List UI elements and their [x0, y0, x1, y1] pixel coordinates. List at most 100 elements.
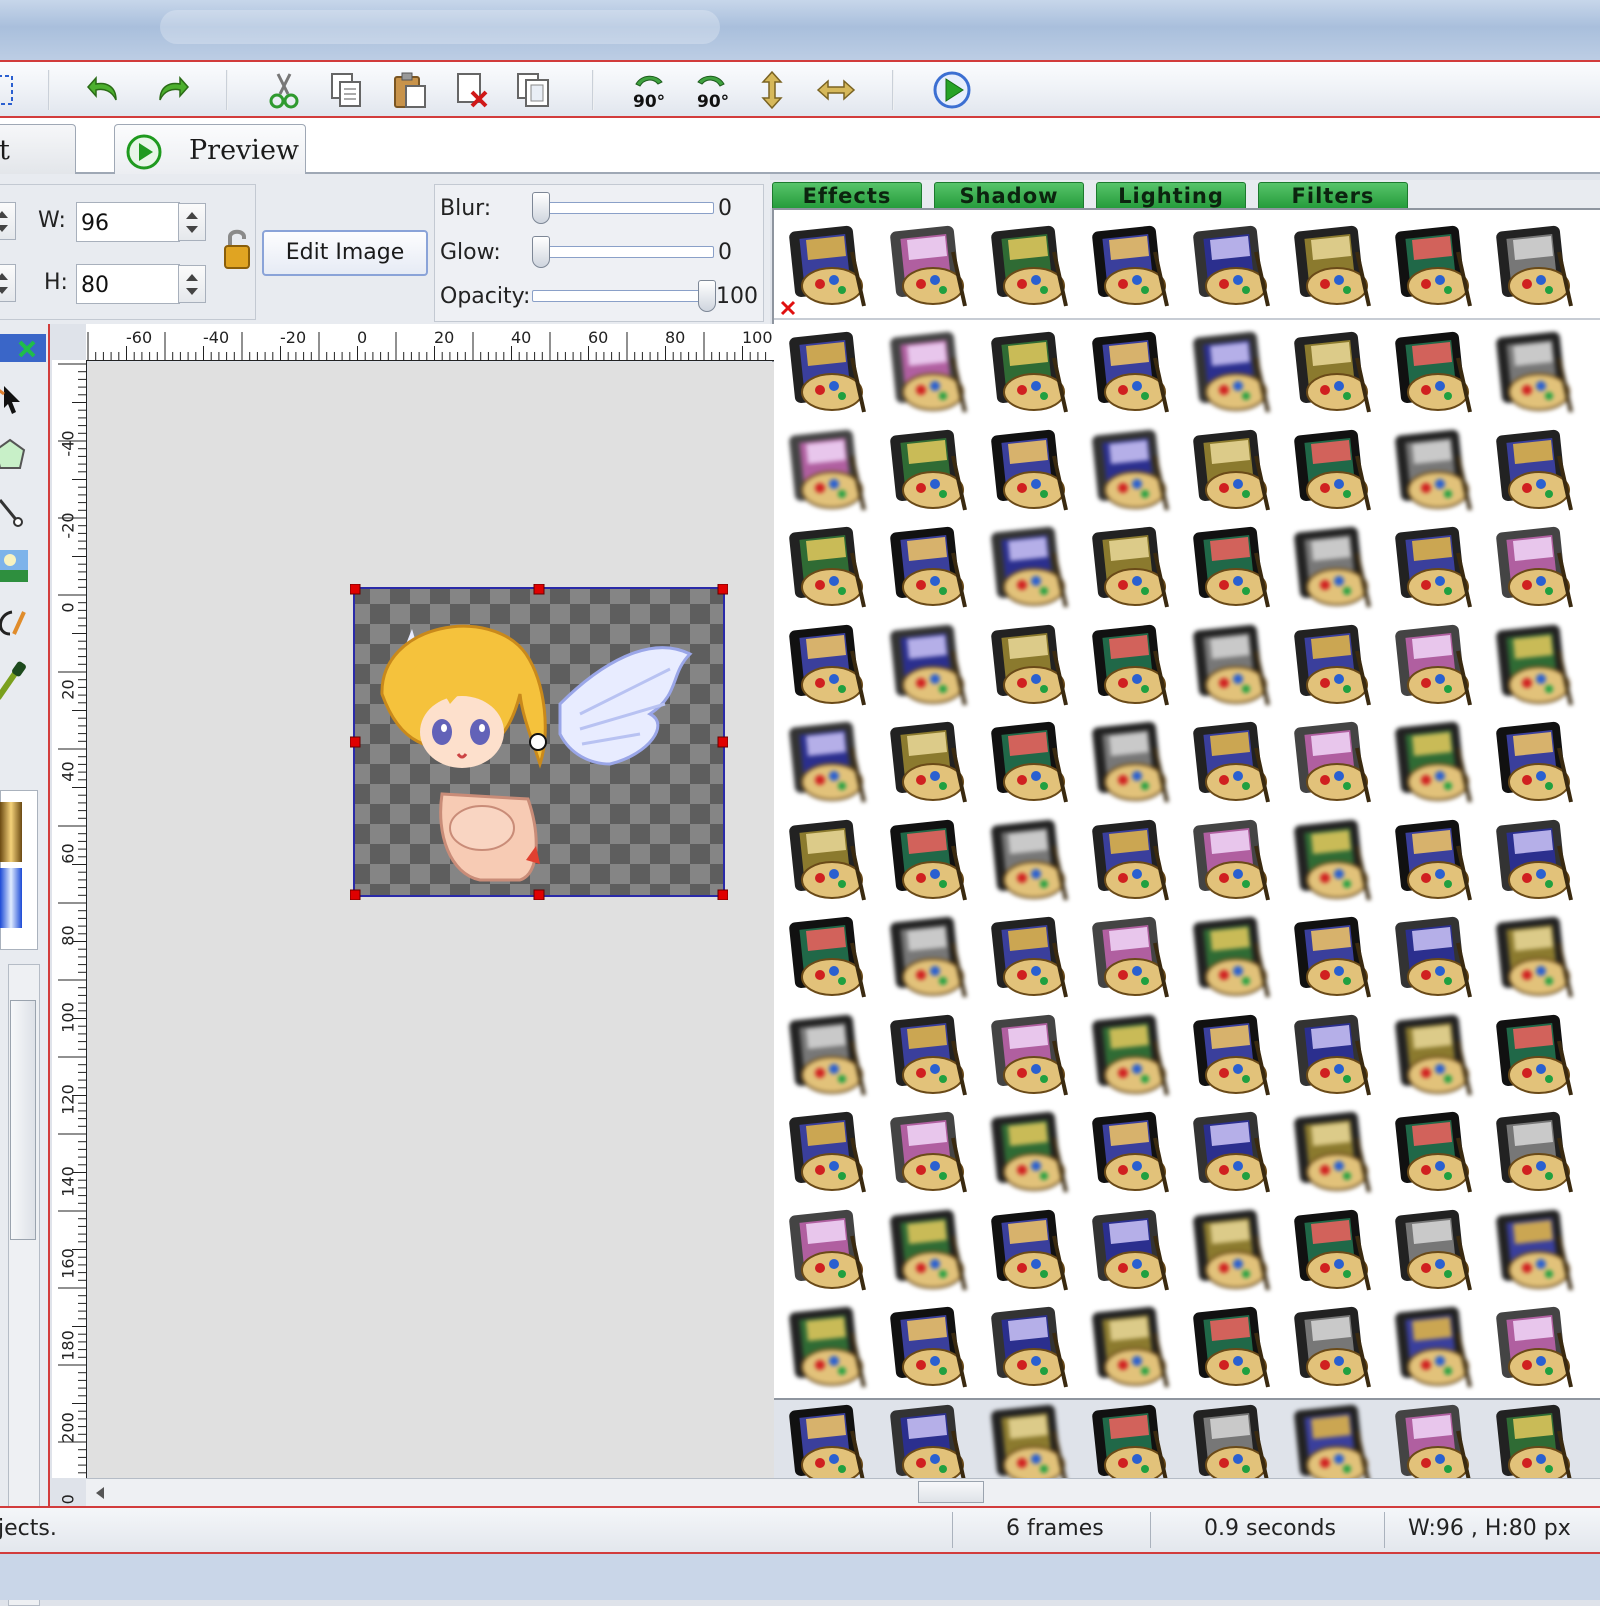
effect-thumbnail[interactable] [1186, 816, 1278, 908]
effect-thumbnail[interactable] [1287, 523, 1379, 615]
effect-thumbnail[interactable] [1287, 816, 1379, 908]
line-color-swatch[interactable] [0, 868, 22, 928]
undo-icon[interactable] [86, 70, 126, 110]
effect-thumbnail[interactable] [883, 523, 975, 615]
effect-thumbnail[interactable] [1388, 1011, 1480, 1103]
effect-thumbnail[interactable] [1085, 718, 1177, 810]
effect-thumbnail[interactable] [984, 1108, 1076, 1200]
effect-thumbnail[interactable] [1085, 1011, 1177, 1103]
pointer-tool-icon[interactable] [0, 382, 26, 418]
effect-thumbnail[interactable] [1085, 816, 1177, 908]
effect-thumbnail[interactable] [1388, 1108, 1480, 1200]
effect-thumbnail[interactable] [984, 426, 1076, 518]
effect-preset-thumbnail[interactable] [883, 222, 975, 314]
fill-color-swatch[interactable] [0, 802, 22, 862]
effect-thumbnail[interactable] [1085, 913, 1177, 1005]
effect-thumbnail[interactable] [1186, 523, 1278, 615]
effect-thumbnail[interactable] [782, 426, 874, 518]
effect-thumbnail[interactable] [1085, 621, 1177, 713]
effect-thumbnail[interactable] [984, 1303, 1076, 1395]
effect-thumbnail[interactable] [1388, 328, 1480, 420]
image-tool-icon[interactable] [0, 546, 30, 586]
aspect-lock-icon[interactable] [222, 226, 252, 272]
scroll-left-icon[interactable] [92, 1485, 106, 1501]
glow-slider-track[interactable] [532, 246, 714, 258]
horizontal-scrollbar[interactable] [86, 1478, 1600, 1507]
effect-thumbnail[interactable] [1287, 1108, 1379, 1200]
effect-preset-thumbnail[interactable] [1489, 222, 1581, 314]
effect-thumbnail[interactable] [1388, 913, 1480, 1005]
effect-thumbnail[interactable] [1085, 328, 1177, 420]
paste-icon[interactable] [390, 70, 430, 110]
effect-thumbnail[interactable] [1489, 1206, 1581, 1298]
effect-thumbnail[interactable] [1489, 1303, 1581, 1395]
blur-slider-track[interactable] [532, 202, 714, 214]
height-stepper[interactable] [178, 265, 206, 303]
play-preview-icon[interactable] [932, 70, 972, 110]
tab-edit[interactable]: t [0, 124, 76, 174]
edit-image-button[interactable]: Edit Image [262, 230, 428, 276]
close-toolbox-icon[interactable] [16, 338, 38, 360]
effect-thumbnail[interactable] [1489, 523, 1581, 615]
blur-slider-thumb[interactable] [532, 192, 550, 224]
width-stepper[interactable] [178, 203, 206, 241]
tab-filters[interactable]: Filters [1258, 182, 1408, 210]
x-stepper[interactable] [0, 202, 16, 240]
effect-thumbnail[interactable] [1388, 621, 1480, 713]
y-stepper[interactable] [0, 264, 16, 302]
effect-thumbnail[interactable] [1085, 1108, 1177, 1200]
height-field[interactable]: 80 [76, 264, 180, 304]
effect-thumbnail[interactable] [782, 718, 874, 810]
tab-effects[interactable]: Effects [772, 182, 922, 210]
effect-thumbnail[interactable] [1287, 1011, 1379, 1103]
effect-thumbnail[interactable] [883, 328, 975, 420]
effect-thumbnail[interactable] [883, 1206, 975, 1298]
effect-thumbnail[interactable] [1388, 718, 1480, 810]
effect-thumbnail[interactable] [1186, 1303, 1278, 1395]
effect-thumbnail[interactable] [782, 1108, 874, 1200]
effect-thumbnail[interactable] [782, 1303, 874, 1395]
effect-thumbnail[interactable] [984, 621, 1076, 713]
effect-thumbnail[interactable] [883, 913, 975, 1005]
effect-thumbnail[interactable] [1186, 426, 1278, 518]
width-field[interactable]: 96 [76, 202, 180, 242]
effect-thumbnail[interactable] [1287, 1303, 1379, 1395]
effect-thumbnail[interactable] [1287, 426, 1379, 518]
effect-preset-thumbnail[interactable] [1287, 222, 1379, 314]
effect-thumbnail[interactable] [782, 523, 874, 615]
effect-preset-thumbnail[interactable] [782, 222, 874, 314]
effect-thumbnail[interactable] [782, 816, 874, 908]
effect-preset-thumbnail[interactable] [1186, 222, 1278, 314]
effect-preset-thumbnail[interactable] [1085, 222, 1177, 314]
effect-thumbnail[interactable] [1489, 621, 1581, 713]
effect-thumbnail[interactable] [1186, 718, 1278, 810]
effect-thumbnail[interactable] [1489, 913, 1581, 1005]
effect-thumbnail[interactable] [1489, 718, 1581, 810]
effect-thumbnail[interactable] [1287, 621, 1379, 713]
opacity-slider-thumb[interactable] [698, 280, 716, 312]
effect-thumbnail[interactable] [1489, 1108, 1581, 1200]
effect-thumbnail[interactable] [782, 621, 874, 713]
eyedropper-tool-icon[interactable] [0, 658, 28, 704]
copy-icon[interactable] [326, 70, 366, 110]
effect-thumbnail[interactable] [782, 1206, 874, 1298]
rotate-left-icon[interactable]: 90° [628, 70, 668, 110]
effect-thumbnail[interactable] [883, 426, 975, 518]
effect-thumbnail[interactable] [984, 718, 1076, 810]
effect-thumbnail[interactable] [883, 1303, 975, 1395]
effect-thumbnail[interactable] [1388, 1303, 1480, 1395]
rotate-right-icon[interactable]: 90° [692, 70, 732, 110]
effect-thumbnail[interactable] [1085, 523, 1177, 615]
effect-thumbnail[interactable] [1186, 621, 1278, 713]
effect-thumbnail[interactable] [1489, 328, 1581, 420]
line-tool-icon[interactable] [0, 494, 26, 530]
effect-thumbnail[interactable] [1489, 816, 1581, 908]
toolbox-scroll-thumb[interactable] [10, 1000, 36, 1240]
effect-thumbnail[interactable] [1388, 816, 1480, 908]
effect-thumbnail[interactable] [984, 816, 1076, 908]
effect-thumbnail[interactable] [782, 913, 874, 1005]
effect-thumbnail[interactable] [1085, 1206, 1177, 1298]
redo-icon[interactable] [150, 70, 190, 110]
effect-thumbnail[interactable] [1186, 913, 1278, 1005]
effect-thumbnail[interactable] [883, 718, 975, 810]
